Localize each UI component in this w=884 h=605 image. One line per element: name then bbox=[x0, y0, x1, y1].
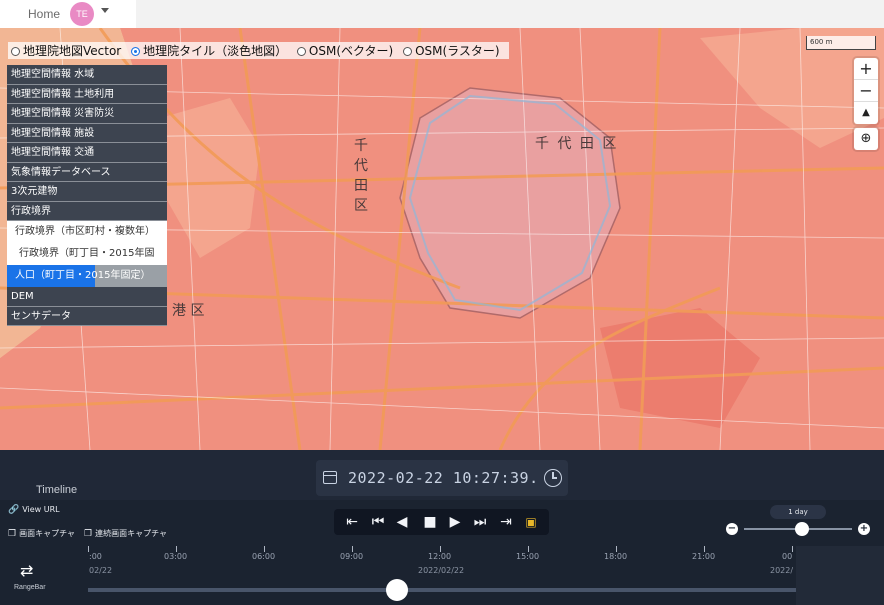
tick-label: :00 bbox=[89, 552, 102, 561]
range-slider-thumb[interactable] bbox=[386, 579, 408, 601]
zoom-out-button[interactable]: − bbox=[854, 80, 878, 102]
map-label-chiyoda-v4: 区 bbox=[354, 198, 368, 214]
speed-slider-thumb[interactable] bbox=[795, 522, 809, 536]
copy-icon: ❐ bbox=[84, 529, 93, 539]
datetime-display[interactable]: 2022-02-22 10:27:39. bbox=[316, 460, 568, 496]
radio-icon[interactable] bbox=[296, 47, 306, 56]
capture-button[interactable]: ❐ 画面キャプチャ bbox=[8, 528, 75, 539]
speed-decrease-button[interactable]: − bbox=[726, 523, 738, 535]
radio-icon[interactable] bbox=[403, 47, 413, 56]
video-capture-icon[interactable]: ▣ bbox=[519, 509, 543, 535]
radio-icon[interactable] bbox=[11, 47, 20, 56]
menu-item-disaster[interactable]: 地理空間情報 災害防災 bbox=[7, 104, 167, 124]
step-back-icon[interactable]: ⏮ bbox=[366, 509, 390, 535]
menu-item-sensor[interactable]: センサデータ bbox=[7, 306, 167, 326]
menu-item-landuse[interactable]: 地理空間情報 土地利用 bbox=[7, 84, 167, 104]
layer-menu: 地理空間情報 水域 地理空間情報 土地利用 地理空間情報 災害防災 地理空間情報… bbox=[7, 65, 167, 326]
date-label: 2022/ bbox=[770, 566, 794, 575]
link-icon: 🔗 bbox=[8, 505, 20, 515]
base-layer-option[interactable]: OSM(ラスター) bbox=[403, 44, 500, 58]
zoom-control: + − ▲ bbox=[854, 58, 878, 124]
date-label: 2022/02/22 bbox=[418, 566, 465, 575]
base-layer-option[interactable]: 地理院地図Vector bbox=[11, 44, 121, 58]
speed-increase-button[interactable]: + bbox=[858, 523, 870, 535]
base-layer-selector: 地理院地図Vector 地理院タイル（淡色地図） OSM(ベクター) OSM(ラ… bbox=[8, 42, 509, 59]
scale-bar: 600 m bbox=[806, 36, 876, 50]
jump-to-end-icon[interactable]: ⇥ bbox=[494, 509, 518, 535]
zoom-in-button[interactable]: + bbox=[854, 58, 878, 80]
menu-item-weather[interactable]: 気象情報データベース bbox=[7, 162, 167, 182]
tick-label: 03:00 bbox=[164, 552, 188, 561]
top-bar-fill bbox=[136, 0, 884, 28]
timeline-right-pane bbox=[796, 546, 884, 605]
tick-label: 18:00 bbox=[604, 552, 628, 561]
tick-label: 06:00 bbox=[252, 552, 276, 561]
submenu-item-chome[interactable]: 行政境界（町丁目・2015年固 bbox=[7, 243, 167, 265]
top-bar: Home TE bbox=[0, 0, 884, 28]
range-track-bar[interactable] bbox=[88, 588, 796, 592]
tick-label: 09:00 bbox=[340, 552, 364, 561]
compass-north-icon[interactable]: ▲ bbox=[854, 102, 878, 124]
time-range-track[interactable]: :00 03:00 06:00 09:00 12:00 15:00 18:00 … bbox=[88, 546, 796, 605]
continuous-capture-button[interactable]: ❐ 連続画面キャプチャ bbox=[84, 528, 167, 539]
jump-to-start-icon[interactable]: ⇤ bbox=[340, 509, 364, 535]
tick-label: 15:00 bbox=[516, 552, 540, 561]
tick-label: 00 bbox=[782, 552, 793, 561]
map-label-chiyoda-v1: 千 bbox=[354, 138, 368, 154]
avatar[interactable]: TE bbox=[70, 2, 94, 26]
play-reverse-icon[interactable]: ◀ bbox=[390, 509, 414, 535]
copy-icon: ❐ bbox=[8, 529, 17, 539]
map-label-chiyoda-v3: 田 bbox=[354, 178, 368, 194]
tick-label: 21:00 bbox=[692, 552, 716, 561]
geolocate-icon[interactable]: ⊕ bbox=[854, 128, 878, 150]
map-label-minato: 港 区 bbox=[172, 303, 204, 319]
submenu-item-municipal[interactable]: 行政境界（市区町村・複数年） bbox=[7, 221, 167, 243]
menu-item-3d-buildings[interactable]: 3次元建物 bbox=[7, 182, 167, 202]
rangebar-toggle[interactable]: ⇄ RangeBar bbox=[0, 546, 88, 605]
date-label: 02/22 bbox=[89, 566, 113, 575]
radio-selected-icon[interactable] bbox=[131, 47, 141, 56]
map-view[interactable]: 千 代 田 区 千 代 田 区 港 区 地理院地図Vector 地理院タイル（淡… bbox=[0, 28, 884, 450]
map-label-chiyoda: 千 代 田 区 bbox=[535, 136, 618, 152]
clock-icon[interactable] bbox=[544, 469, 562, 487]
rangebar-label: RangeBar bbox=[14, 584, 46, 591]
home-link[interactable]: Home bbox=[28, 7, 60, 21]
chevron-down-icon[interactable] bbox=[101, 8, 109, 13]
stop-icon[interactable]: ■ bbox=[418, 509, 442, 535]
menu-item-dem[interactable]: DEM bbox=[7, 287, 167, 307]
base-layer-option[interactable]: 地理院タイル（淡色地図） bbox=[131, 44, 287, 58]
submenu-item-population[interactable]: 人口（町丁目・2015年固定） bbox=[7, 265, 167, 287]
timeline-label: Timeline bbox=[36, 484, 78, 496]
playback-controls: ⇤ ⏮ ◀ ■ ▶ ⏭ ⇥ ▣ bbox=[334, 509, 549, 535]
play-icon[interactable]: ▶ bbox=[443, 509, 467, 535]
speed-label: 1 day bbox=[770, 505, 826, 519]
calendar-icon[interactable] bbox=[323, 471, 337, 484]
step-forward-icon[interactable]: ⏭ bbox=[468, 509, 492, 535]
datetime-value: 2022-02-22 10:27:39. bbox=[348, 469, 539, 487]
tick-label: 12:00 bbox=[428, 552, 452, 561]
menu-item-water[interactable]: 地理空間情報 水域 bbox=[7, 65, 167, 85]
view-url-button[interactable]: 🔗 View URL bbox=[8, 505, 60, 515]
timeline-panel: Timeline 2022-02-22 10:27:39. 🔗 View URL … bbox=[0, 450, 884, 605]
map-label-chiyoda-v2: 代 bbox=[354, 158, 368, 174]
base-layer-option[interactable]: OSM(ベクター) bbox=[296, 44, 393, 58]
menu-item-transport[interactable]: 地理空間情報 交通 bbox=[7, 143, 167, 163]
swap-arrows-icon: ⇄ bbox=[20, 561, 34, 580]
menu-item-facilities[interactable]: 地理空間情報 施設 bbox=[7, 123, 167, 143]
menu-item-admin-boundary[interactable]: 行政境界 bbox=[7, 201, 167, 221]
